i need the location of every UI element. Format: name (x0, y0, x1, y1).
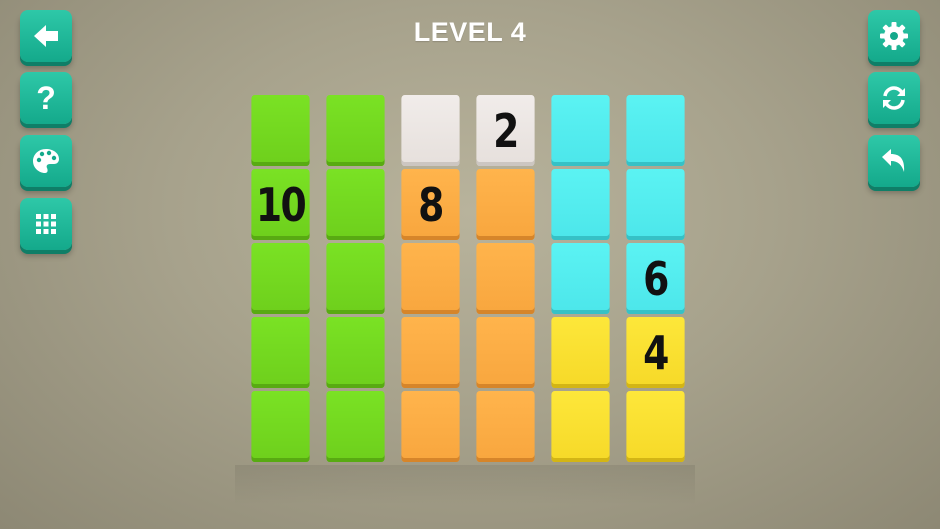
board-tile[interactable] (251, 95, 310, 166)
level-title: LEVEL 4 (413, 17, 527, 47)
question-mark-icon: ? (36, 80, 56, 116)
board-tile[interactable]: 4 (626, 317, 685, 388)
board-tile[interactable] (251, 317, 310, 388)
board-tile[interactable] (251, 243, 310, 314)
theme-button[interactable] (20, 135, 72, 187)
help-button[interactable]: ? (20, 72, 72, 124)
board-tile[interactable] (401, 391, 460, 462)
tile-number: 6 (643, 251, 669, 306)
board-tile[interactable] (326, 317, 385, 388)
refresh-icon (883, 86, 905, 110)
board-tile[interactable] (626, 391, 685, 462)
board-tile[interactable] (551, 391, 610, 462)
board-tile[interactable] (326, 95, 385, 166)
undo-button[interactable] (868, 135, 920, 187)
board-tile[interactable]: 10 (251, 169, 310, 240)
board-tile[interactable]: 8 (401, 169, 460, 240)
board-tile[interactable] (401, 243, 460, 314)
board-tile[interactable] (326, 391, 385, 462)
tile-number: 2 (493, 103, 519, 158)
board-shadow (235, 465, 695, 505)
board-tile[interactable] (401, 95, 460, 166)
board-tile[interactable]: 2 (476, 95, 535, 166)
back-button[interactable] (20, 10, 72, 62)
board-tile[interactable] (551, 169, 610, 240)
settings-button[interactable] (868, 10, 920, 62)
level-select-button[interactable] (20, 198, 72, 250)
board-tile[interactable] (476, 169, 535, 240)
board-tile[interactable] (626, 95, 685, 166)
board-tile[interactable] (251, 391, 310, 462)
undo-icon (882, 149, 905, 172)
board-tile[interactable] (476, 391, 535, 462)
gear-icon (880, 22, 908, 50)
board-tile[interactable] (401, 317, 460, 388)
board-tile[interactable] (476, 317, 535, 388)
tile-number: 10 (255, 177, 307, 232)
board-tile[interactable] (326, 243, 385, 314)
puzzle-board: 2 10 8 6 4 (245, 95, 695, 467)
board-tile[interactable] (551, 317, 610, 388)
grid-icon (36, 214, 56, 234)
board-tile[interactable] (551, 95, 610, 166)
board-tile[interactable] (551, 243, 610, 314)
board-tile[interactable] (326, 169, 385, 240)
restart-button[interactable] (868, 72, 920, 124)
board-tile[interactable]: 6 (626, 243, 685, 314)
board-tile[interactable] (626, 169, 685, 240)
arrow-left-icon (34, 25, 58, 47)
tile-number: 8 (418, 177, 444, 232)
palette-icon (33, 149, 59, 173)
board-tile[interactable] (476, 243, 535, 314)
tile-number: 4 (643, 325, 669, 380)
